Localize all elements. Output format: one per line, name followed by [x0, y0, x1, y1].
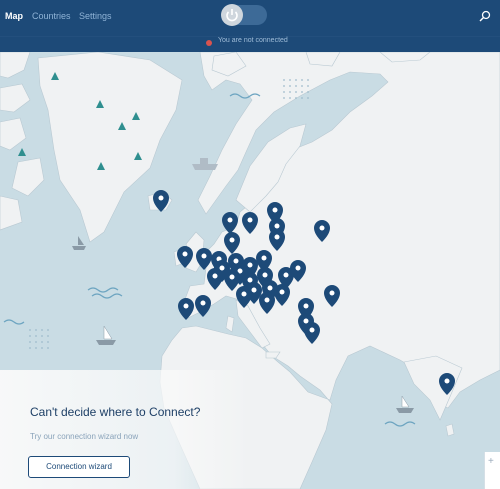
- search-icon[interactable]: [478, 9, 492, 23]
- zoom-in-button[interactable]: +: [488, 456, 494, 467]
- power-icon: [226, 9, 238, 22]
- connection-status-text: You are not connected: [218, 37, 288, 44]
- tab-settings[interactable]: Settings: [79, 11, 112, 21]
- wizard-subtitle: Try our connection wizard now: [30, 432, 139, 441]
- tab-countries[interactable]: Countries: [32, 11, 71, 21]
- status-indicator-dot: [206, 40, 212, 46]
- tab-map[interactable]: Map: [5, 11, 23, 21]
- power-knob[interactable]: [221, 4, 243, 26]
- connection-wizard-button[interactable]: Connection wizard: [28, 456, 130, 478]
- wizard-title: Can't decide where to Connect?: [30, 405, 201, 419]
